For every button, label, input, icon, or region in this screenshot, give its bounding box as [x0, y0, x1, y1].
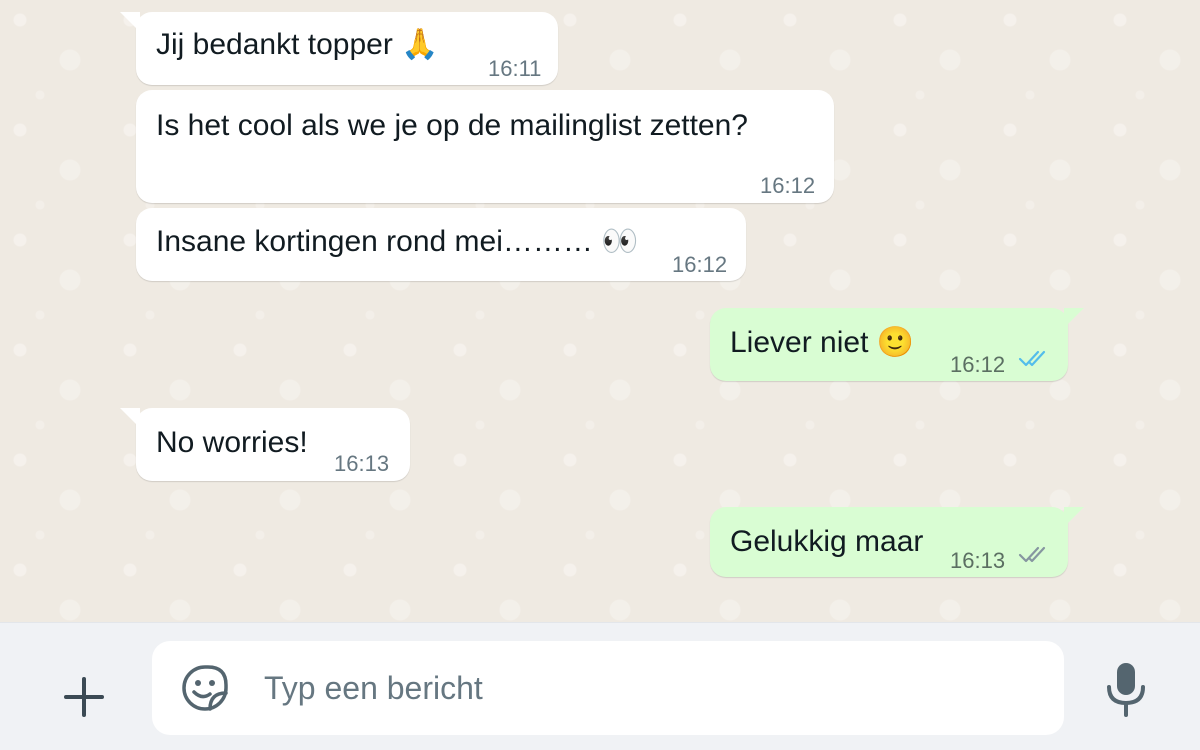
- message-time: 16:13: [950, 548, 1006, 573]
- attach-button[interactable]: [56, 669, 112, 725]
- message-time: 16:12: [672, 252, 728, 277]
- message-composer: [0, 622, 1200, 750]
- message-time: 16:13: [334, 451, 390, 476]
- bubble-tail: [120, 12, 140, 32]
- incoming-message[interactable]: Insane kortingen rond mei……… 👀 16:12: [136, 208, 746, 281]
- message-text: Insane kortingen rond mei……… 👀: [156, 224, 639, 259]
- eyes-icon: 👀: [601, 224, 639, 259]
- message-text: Jij bedankt topper 🙏: [156, 27, 439, 62]
- message-time: 16:12: [950, 352, 1006, 377]
- read-receipt-icon: [1018, 350, 1046, 367]
- sticker-icon: [182, 665, 228, 711]
- delivered-receipt-icon: [1018, 546, 1046, 563]
- outgoing-message[interactable]: Liever niet 🙂 16:12: [710, 308, 1084, 381]
- incoming-message[interactable]: Is het cool als we je op de mailinglist …: [136, 90, 834, 203]
- plus-icon: [64, 677, 104, 717]
- chat-area[interactable]: Jij bedankt topper 🙏 16:11 Is het cool a…: [0, 0, 1200, 622]
- bubble-tail: [1064, 507, 1084, 527]
- outgoing-message[interactable]: Gelukkig maar 16:13: [710, 507, 1084, 577]
- bubble-tail: [1064, 308, 1084, 328]
- message-time: 16:11: [488, 56, 542, 81]
- incoming-message[interactable]: Jij bedankt topper 🙏 16:11: [120, 12, 558, 85]
- message-text: Gelukkig maar: [730, 525, 924, 558]
- message-input[interactable]: [264, 665, 1034, 711]
- sticker-button[interactable]: [180, 663, 230, 713]
- microphone-button[interactable]: [1104, 661, 1148, 719]
- message-text: Liever niet 🙂: [730, 325, 915, 360]
- bubble-tail: [120, 408, 140, 428]
- slightly-smiling-face-icon: 🙂: [876, 325, 915, 360]
- message-input-box[interactable]: [152, 641, 1064, 735]
- incoming-message[interactable]: No worries! 16:13: [120, 408, 410, 481]
- message-time: 16:12: [760, 173, 816, 198]
- folded-hands-icon: 🙏: [401, 27, 439, 62]
- message-text: No worries!: [156, 426, 308, 459]
- microphone-icon: [1107, 663, 1145, 717]
- message-text: Is het cool als we je op de mailinglist …: [156, 109, 748, 142]
